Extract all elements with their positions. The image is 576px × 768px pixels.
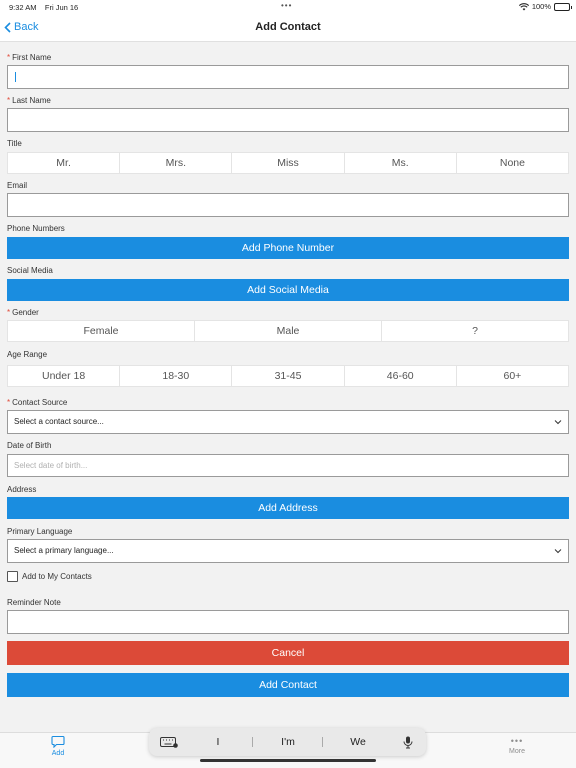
add-to-my-contacts-checkbox[interactable] [7,571,18,582]
microphone-icon[interactable] [403,736,413,749]
first-name-label: * First Name [7,53,52,62]
battery-icon [554,2,572,11]
title-option-none[interactable]: None [457,153,568,173]
contact-source-label: * Contact Source [7,398,68,407]
status-bar: 9:32 AM Fri Jun 16 ••• 100% [0,0,576,14]
chevron-down-icon [554,549,562,554]
suggestion-2[interactable]: I'm [268,736,308,748]
chevron-down-icon [554,420,562,425]
age-option-60-plus[interactable]: 60+ [457,366,568,386]
date-of-birth-placeholder: Select date of birth... [14,461,88,470]
chat-bubble-icon [51,735,65,749]
gender-option-unknown[interactable]: ? [382,321,568,341]
reminder-note-label: Reminder Note [7,598,61,607]
last-name-input[interactable] [7,108,569,132]
tab-more-label: More [509,748,525,755]
tab-more[interactable]: ••• More [497,735,537,755]
tab-add[interactable]: Add [38,735,78,757]
title-option-mrs[interactable]: Mrs. [120,153,233,173]
keyboard-icon[interactable] [160,737,178,748]
keyboard-suggestion-bar: I I'm We [149,728,426,756]
more-dots-icon: ••• [510,736,524,746]
contact-source-value: Select a contact source... [14,417,104,426]
add-address-button[interactable]: Add Address [7,497,569,519]
title-option-ms[interactable]: Ms. [345,153,457,173]
title-label: Title [7,139,22,148]
primary-language-label: Primary Language [7,527,73,536]
gender-segmented-control: Female Male ? [7,320,569,342]
status-time: 9:32 AM [9,3,37,12]
gender-option-male[interactable]: Male [195,321,382,341]
age-option-18-30[interactable]: 18-30 [120,366,233,386]
home-indicator [200,759,376,762]
multitasking-dots-icon[interactable]: ••• [281,1,292,10]
last-name-label: * Last Name [7,96,51,105]
primary-language-value: Select a primary language... [14,546,114,555]
age-range-segmented-control: Under 18 18-30 31-45 46-60 60+ [7,365,569,387]
add-to-my-contacts-label: Add to My Contacts [22,572,92,581]
phone-numbers-label: Phone Numbers [7,224,65,233]
title-segmented-control: Mr. Mrs. Miss Ms. None [7,152,569,174]
cancel-button[interactable]: Cancel [7,641,569,665]
age-option-31-45[interactable]: 31-45 [232,366,345,386]
text-cursor [15,72,16,82]
email-input[interactable] [7,193,569,217]
navigation-bar: Back Add Contact [0,14,576,42]
date-of-birth-input[interactable]: Select date of birth... [7,454,569,477]
suggestion-1[interactable]: I [198,736,238,748]
gender-option-female[interactable]: Female [8,321,195,341]
title-option-mr[interactable]: Mr. [8,153,121,173]
add-social-media-button[interactable]: Add Social Media [7,279,569,301]
reminder-note-input[interactable] [7,610,569,634]
wifi-icon [518,2,529,10]
page-title: Add Contact [255,21,321,33]
add-phone-number-button[interactable]: Add Phone Number [7,237,569,259]
title-option-miss[interactable]: Miss [232,153,345,173]
contact-source-select[interactable]: Select a contact source... [7,410,569,434]
gender-label: * Gender [7,308,39,317]
add-contact-button[interactable]: Add Contact [7,673,569,697]
add-contact-form: * First Name * Last Name Title Mr. Mrs. Mi… [0,42,576,732]
address-label: Address [7,485,37,494]
social-media-label: Social Media [7,266,53,275]
email-label: Email [7,181,28,190]
age-range-label: Age Range [7,350,48,359]
status-date: Fri Jun 16 [44,3,79,12]
date-of-birth-label: Date of Birth [7,441,52,450]
first-name-input[interactable] [7,65,569,89]
age-option-under-18[interactable]: Under 18 [8,366,121,386]
battery-percent: 100% [531,2,551,11]
primary-language-select[interactable]: Select a primary language... [7,539,569,563]
suggestion-3[interactable]: We [338,736,378,748]
tab-add-label: Add [51,750,65,757]
age-option-46-60[interactable]: 46-60 [345,366,457,386]
